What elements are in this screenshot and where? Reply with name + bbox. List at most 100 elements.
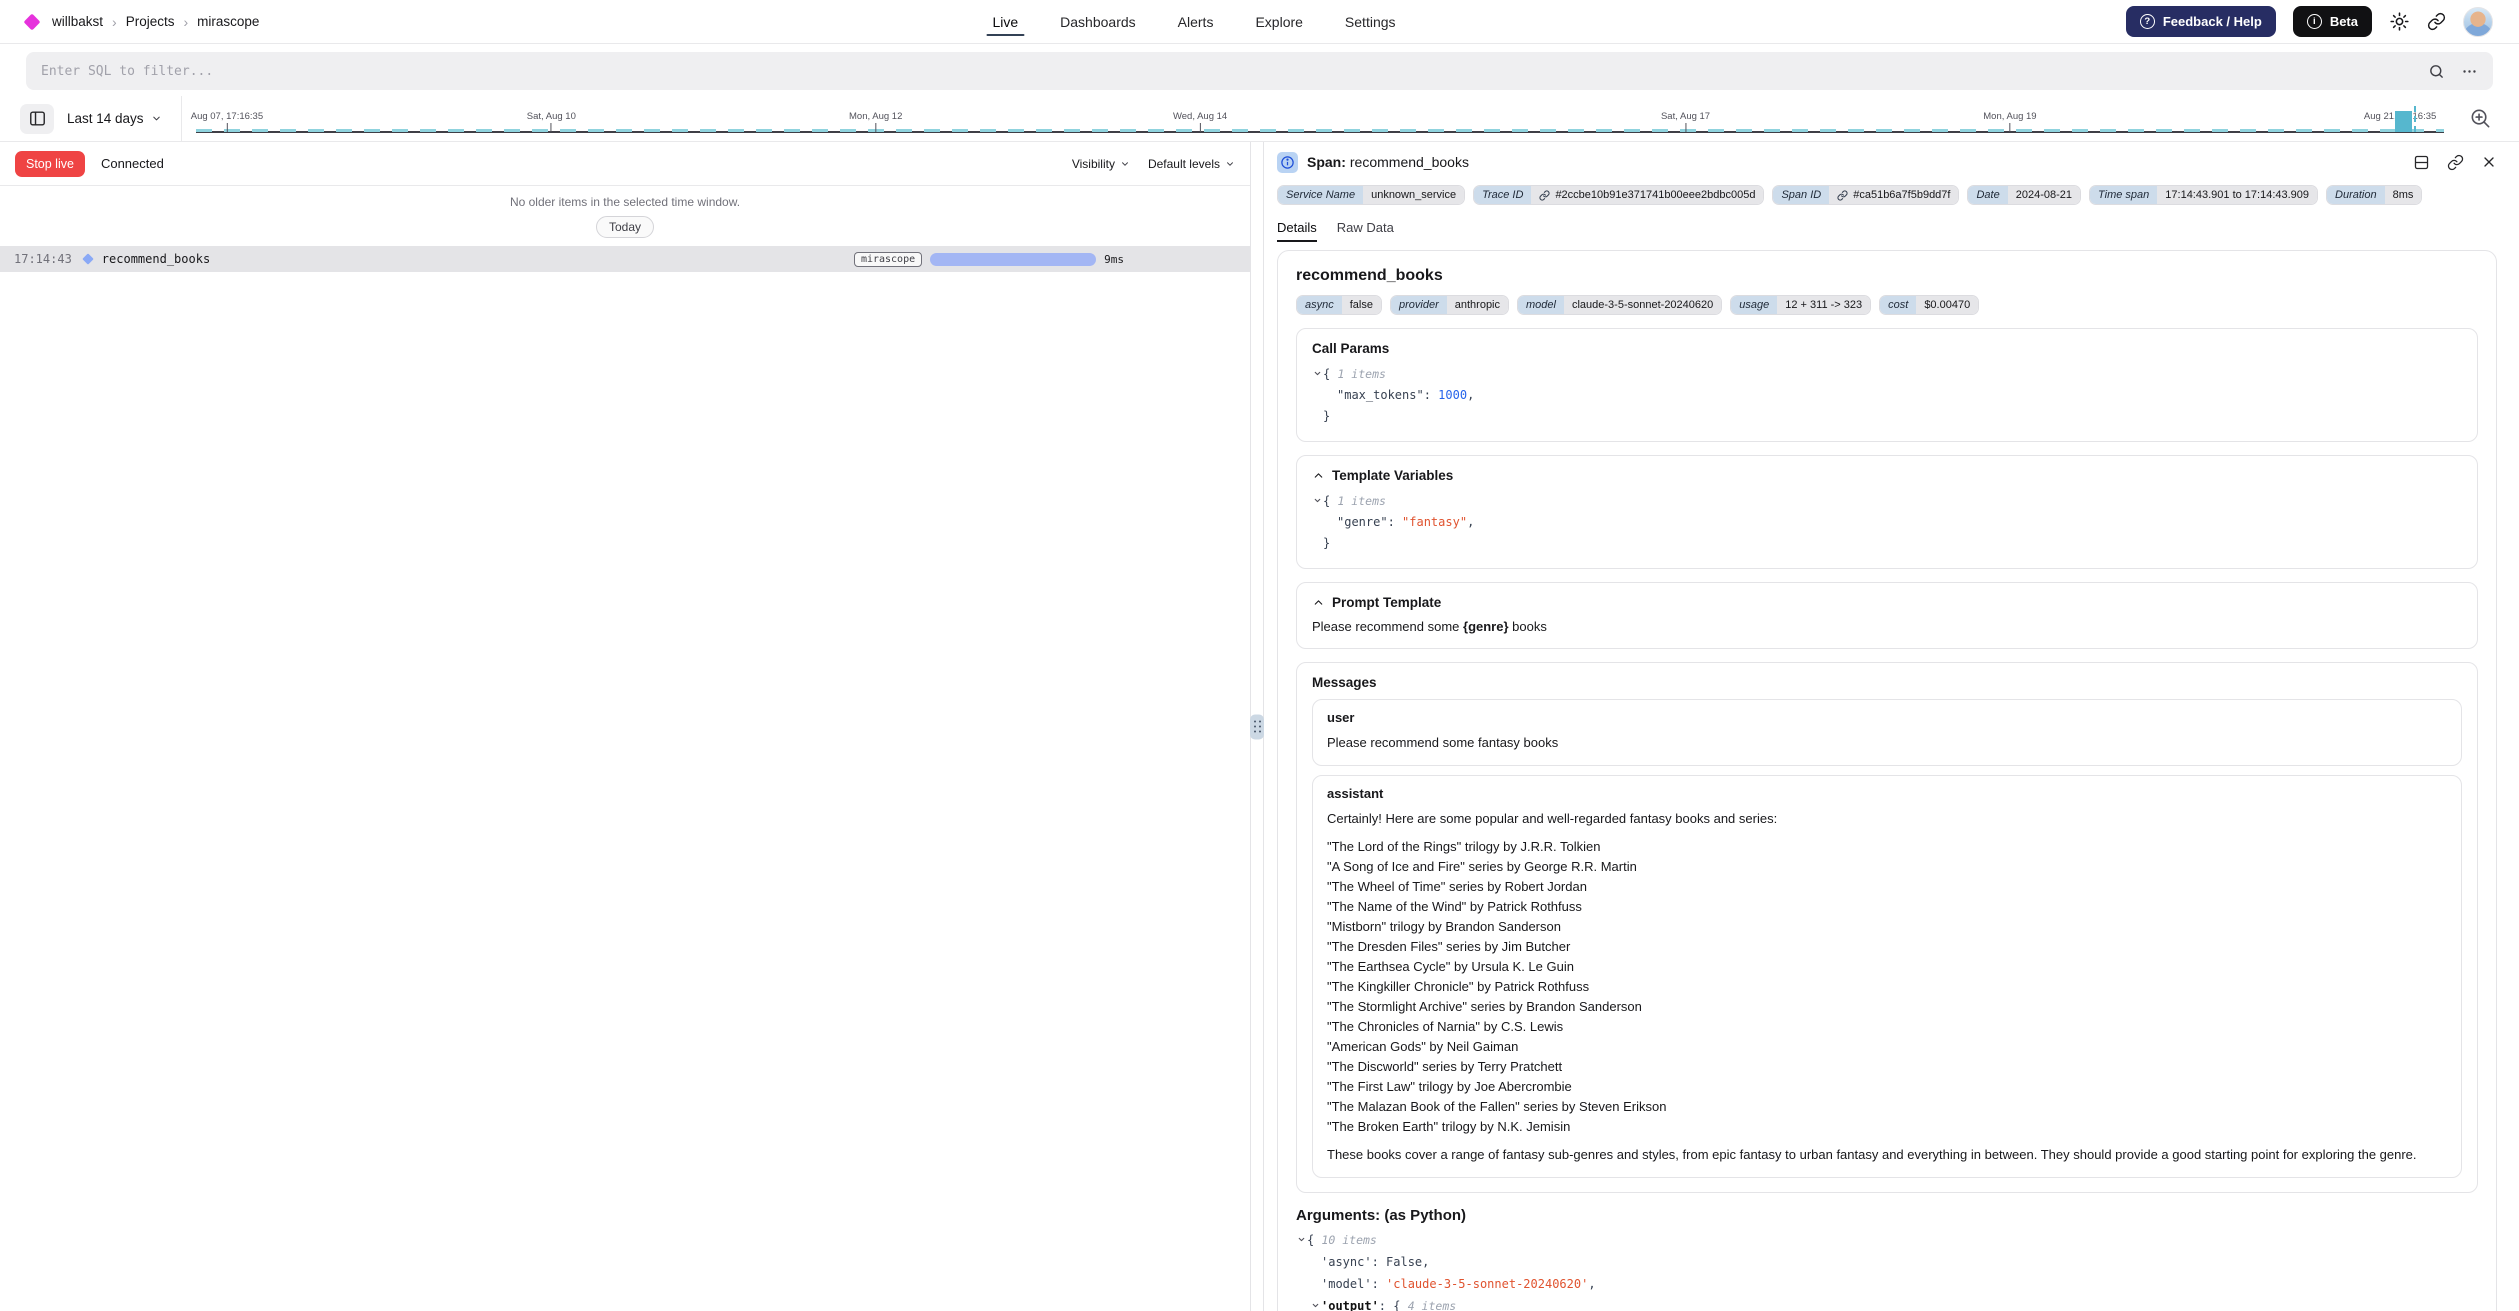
nav-tab[interactable]: Settings bbox=[1328, 0, 1413, 43]
timeline-tick-label: Mon, Aug 12 bbox=[849, 111, 902, 122]
logo-icon[interactable] bbox=[24, 13, 41, 30]
json-line: 'model': 'claude-3-5-sonnet-20240620', bbox=[1296, 1273, 2478, 1295]
toggle-sidebar-button[interactable] bbox=[20, 104, 54, 134]
feedback-help-button[interactable]: ? Feedback / Help bbox=[2126, 6, 2276, 37]
attribute-pill-text: false bbox=[1350, 299, 1373, 311]
trace-timestamp: 17:14:43 bbox=[14, 252, 72, 266]
span-info-icon bbox=[1277, 152, 1298, 173]
prompt-template-header[interactable]: Prompt Template bbox=[1312, 595, 2462, 610]
meta-pill-value: 8ms bbox=[2385, 186, 2422, 204]
trace-row[interactable]: 17:14:43 recommend_books mirascope 9ms bbox=[0, 246, 1250, 272]
json-collapse-chevron[interactable] bbox=[1310, 1301, 1321, 1310]
nav-tab-label: Alerts bbox=[1178, 14, 1214, 30]
search-icon[interactable] bbox=[2428, 63, 2445, 80]
attribute-pill: provider anthropic bbox=[1390, 295, 1509, 315]
timeline-tick-mark bbox=[226, 123, 227, 132]
breadcrumb-project[interactable]: mirascope bbox=[197, 14, 259, 29]
nav-tab[interactable]: Explore bbox=[1238, 0, 1319, 43]
panel-resizer[interactable] bbox=[1251, 142, 1264, 1311]
visibility-dropdown[interactable]: Visibility bbox=[1072, 157, 1130, 171]
meta-pill: Span ID #ca51b6a7f5b9dd7f bbox=[1772, 185, 1959, 205]
json-line: 'output': { 4 items bbox=[1296, 1295, 2478, 1311]
json-line: } bbox=[1312, 533, 2462, 554]
default-levels-dropdown[interactable]: Default levels bbox=[1148, 157, 1235, 171]
prompt-template-title: Prompt Template bbox=[1332, 595, 1441, 610]
meta-pill-text: #2ccbe10b91e371741b00eee2bdbc005d bbox=[1555, 189, 1755, 201]
book-list-item: "The First Law" trilogy by Joe Abercromb… bbox=[1327, 1077, 2447, 1097]
stop-live-button[interactable]: Stop live bbox=[15, 151, 85, 177]
breadcrumb: willbakst › Projects › mirascope bbox=[26, 14, 259, 30]
timeline-tick-mark bbox=[1200, 123, 1201, 132]
timeline-tick-mark bbox=[875, 123, 876, 132]
chevron-down-icon bbox=[151, 113, 162, 124]
book-list: "The Lord of the Rings" trilogy by J.R.R… bbox=[1327, 837, 2447, 1137]
meta-pill-value: 17:14:43.901 to 17:14:43.909 bbox=[2157, 186, 2317, 204]
meta-pill: Trace ID #2ccbe10b91e371741b00eee2bdbc00… bbox=[1473, 185, 1764, 205]
attribute-pill-label: provider bbox=[1391, 296, 1447, 314]
nav-tab[interactable]: Live bbox=[975, 0, 1035, 43]
chevron-up-icon bbox=[1312, 596, 1325, 609]
theme-toggle-icon[interactable] bbox=[2389, 11, 2410, 32]
json-line: 'async': False, bbox=[1296, 1251, 2478, 1273]
share-link-icon[interactable] bbox=[2427, 12, 2446, 31]
trace-name: recommend_books bbox=[102, 252, 210, 266]
tab[interactable]: Raw Data bbox=[1337, 220, 1394, 242]
timeline-tick-label: Mon, Aug 19 bbox=[1983, 111, 2036, 122]
split-view-icon[interactable] bbox=[2413, 154, 2430, 171]
json-collapse-chevron[interactable] bbox=[1296, 1235, 1307, 1244]
user-avatar[interactable] bbox=[2463, 7, 2493, 37]
drag-handle-icon[interactable] bbox=[1250, 714, 1264, 739]
sql-filter-input[interactable] bbox=[41, 64, 2412, 79]
timeline-tick: Mon, Aug 19 bbox=[1983, 111, 2036, 132]
zoom-in-button[interactable] bbox=[2463, 104, 2497, 134]
template-variables-header[interactable]: Template Variables bbox=[1312, 468, 2462, 483]
meta-pill-text: unknown_service bbox=[1371, 189, 1456, 201]
json-collapse-chevron[interactable] bbox=[1312, 369, 1323, 378]
time-range-dropdown[interactable]: Last 14 days bbox=[67, 111, 168, 126]
copy-id-link-icon[interactable] bbox=[1539, 190, 1550, 201]
close-icon[interactable] bbox=[2481, 154, 2497, 170]
attribute-pill-text: $0.00470 bbox=[1924, 299, 1970, 311]
nav-tab[interactable]: Alerts bbox=[1161, 0, 1231, 43]
json-collapse-chevron[interactable] bbox=[1312, 496, 1323, 505]
timeline-chart[interactable]: Aug 07, 17:16:35Sat, Aug 10Mon, Aug 12We… bbox=[181, 96, 2450, 141]
book-list-item: "The Malazan Book of the Fallen" series … bbox=[1327, 1097, 2447, 1117]
meta-pill-text: 17:14:43.901 to 17:14:43.909 bbox=[2165, 189, 2309, 201]
meta-pill-text: 2024-08-21 bbox=[2016, 189, 2072, 201]
book-list-item: "The Discworld" series by Terry Pratchet… bbox=[1327, 1057, 2447, 1077]
nav-tab-label: Settings bbox=[1345, 14, 1396, 30]
span-detail-panel: Span:recommend_books Service Name bbox=[1264, 142, 2519, 1311]
book-list-item: "The Earthsea Cycle" by Ursula K. Le Gui… bbox=[1327, 957, 2447, 977]
message-intro: Certainly! Here are some popular and wel… bbox=[1327, 809, 2447, 829]
main-area: Stop live Connected Visibility Default l… bbox=[0, 142, 2519, 1311]
meta-pill-label: Service Name bbox=[1278, 186, 1363, 204]
header-actions: ? Feedback / Help i Beta bbox=[2126, 6, 2493, 37]
meta-pill-label: Time span bbox=[2090, 186, 2157, 204]
copy-span-link-icon[interactable] bbox=[2447, 154, 2464, 171]
beta-button[interactable]: i Beta bbox=[2293, 6, 2372, 37]
more-options-icon[interactable] bbox=[2461, 63, 2478, 80]
message-role: assistant bbox=[1327, 786, 2447, 801]
span-title-name: recommend_books bbox=[1350, 154, 1469, 170]
book-list-item: "American Gods" by Neil Gaiman bbox=[1327, 1037, 2447, 1057]
main-nav: LiveDashboards Alerts Explore Settings bbox=[975, 0, 1412, 43]
tab[interactable]: Details bbox=[1277, 220, 1317, 242]
template-variables-card: Template Variables { 1 items"genre": "fa… bbox=[1296, 455, 2478, 569]
timeline-tick-label: Aug 07, 17:16:35 bbox=[191, 111, 263, 122]
nav-tab[interactable]: Dashboards bbox=[1043, 0, 1153, 43]
beta-label: Beta bbox=[2330, 14, 2358, 29]
attribute-pill-text: claude-3-5-sonnet-20240620 bbox=[1572, 299, 1713, 311]
breadcrumb-projects[interactable]: Projects bbox=[126, 14, 175, 29]
meta-pill-text: #ca51b6a7f5b9dd7f bbox=[1853, 189, 1950, 201]
breadcrumb-org[interactable]: willbakst bbox=[52, 14, 103, 29]
timeline-tick-label: Wed, Aug 14 bbox=[1173, 111, 1227, 122]
json-line: "genre": "fantasy", bbox=[1312, 512, 2462, 533]
call-params-title: Call Params bbox=[1312, 341, 2462, 356]
timeline-tick: Mon, Aug 12 bbox=[849, 111, 902, 132]
message-role: user bbox=[1327, 710, 2447, 725]
meta-pill-value: #2ccbe10b91e371741b00eee2bdbc005d bbox=[1531, 186, 1763, 204]
copy-id-link-icon[interactable] bbox=[1837, 190, 1848, 201]
sql-filter-container[interactable] bbox=[26, 52, 2493, 90]
span-header: Span:recommend_books bbox=[1277, 150, 2497, 174]
attribute-pill: model claude-3-5-sonnet-20240620 bbox=[1517, 295, 1722, 315]
